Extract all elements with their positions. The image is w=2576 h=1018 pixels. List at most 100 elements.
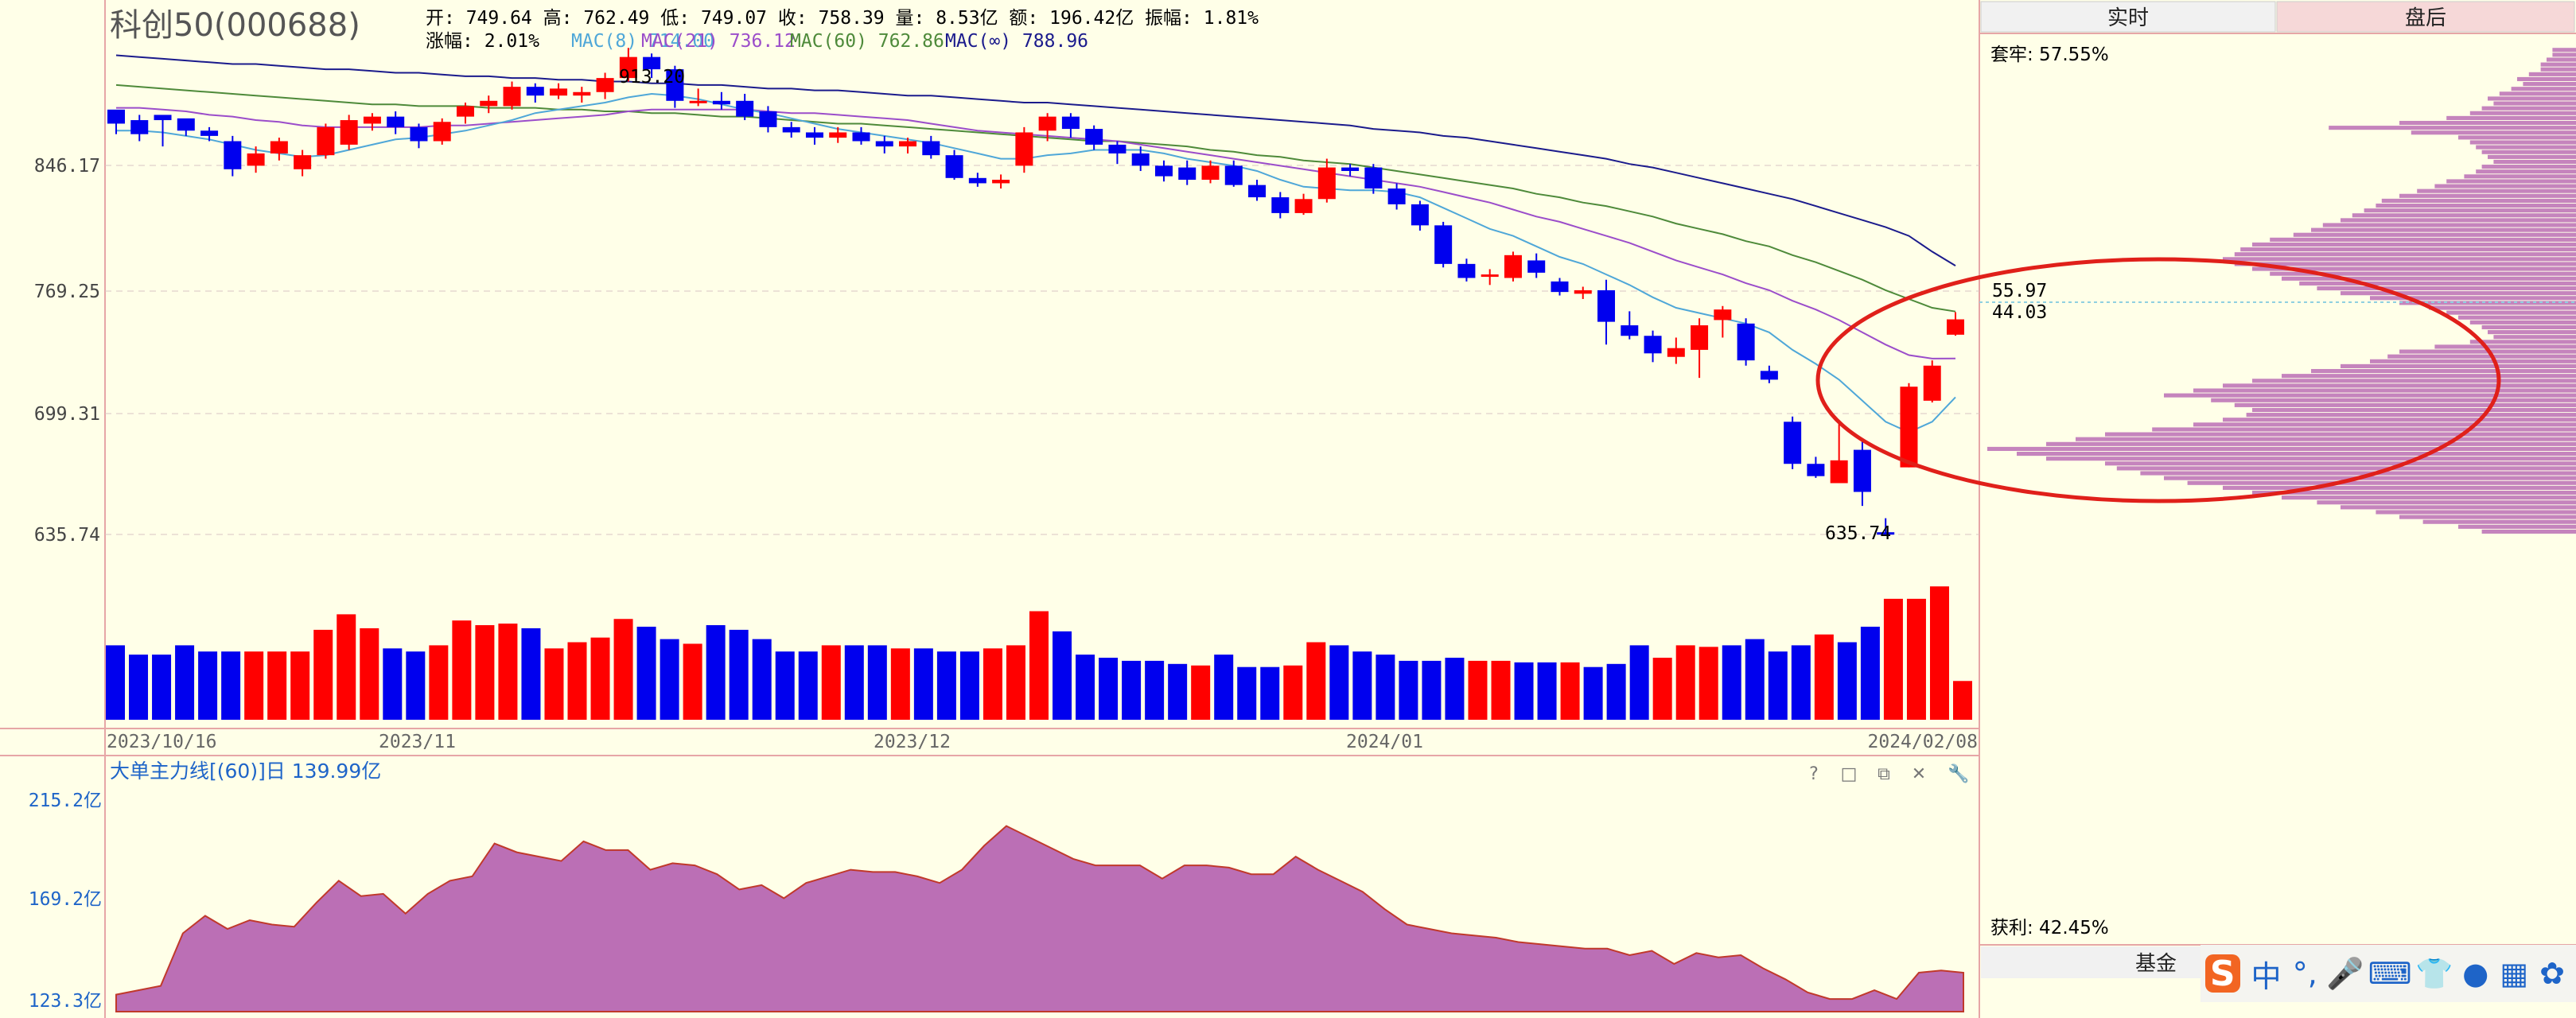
date-label-4: 2024/01 (1346, 732, 1423, 752)
candle-body-50 (1271, 197, 1290, 213)
chip-bar-68 (2252, 379, 2576, 383)
chip-bar-12 (2481, 106, 2576, 111)
volume-bar-17 (498, 624, 518, 720)
price-tick-635: 635.74 (34, 525, 100, 546)
volume-bar-23 (636, 627, 656, 720)
wrench-icon[interactable]: 🔧 (1948, 763, 1969, 784)
candle-body-39 (1015, 132, 1033, 166)
ime-chinese-mode-icon[interactable]: 中 (2251, 954, 2282, 994)
ime-toolbox-icon[interactable]: ▦ (2500, 954, 2528, 993)
volume-bar-67 (1652, 658, 1672, 720)
candle-body-62 (1551, 281, 1569, 293)
chip-bar-50 (2341, 291, 2576, 296)
ime-microphone-icon[interactable]: 🎤 (2326, 954, 2364, 993)
chip-bar-90 (2223, 485, 2576, 490)
chip-bar-60 (2469, 340, 2576, 344)
low-annotation: 635.74 (1825, 523, 1891, 544)
volume-bar-3 (175, 645, 195, 720)
restore-icon[interactable]: ⧉ (1878, 764, 1890, 784)
chip-bar-6 (2517, 76, 2576, 82)
ime-skin-icon[interactable]: 👕 (2415, 954, 2453, 993)
lower-tick-169: 169.2亿 (29, 889, 102, 910)
volume-bar-44 (1122, 660, 1142, 720)
sogou-logo-icon[interactable]: S (2205, 954, 2240, 994)
chip-bar-1 (2552, 52, 2576, 57)
chip-bar-10 (2488, 96, 2576, 101)
chip-bar-86 (2116, 466, 2576, 471)
chip-bar-36 (2322, 223, 2576, 227)
volume-bar-61 (1514, 662, 1534, 720)
chip-bar-95 (2376, 510, 2576, 515)
candle-body-8 (294, 155, 312, 169)
chip-bar-26 (2464, 174, 2576, 179)
chip-bar-19 (2469, 140, 2576, 145)
fund-tab[interactable]: 基金 (1981, 946, 2212, 978)
chip-bar-96 (2399, 515, 2576, 519)
chip-bar-35 (2341, 218, 2576, 223)
volume-bar-28 (752, 639, 772, 720)
volume-bar-0 (106, 645, 125, 720)
chip-bar-42 (2234, 252, 2576, 257)
chip-bar-94 (2341, 505, 2576, 510)
candle-body-79 (1947, 319, 1964, 335)
volume-bar-32 (844, 645, 864, 720)
ime-assistant-icon[interactable]: ● (2462, 954, 2488, 993)
chip-bar-64 (2370, 359, 2576, 363)
candle-body-78 (1923, 365, 1941, 401)
chip-bar-34 (2352, 213, 2576, 218)
ohlc-info: 开: 749.64 高: 762.49 低: 749.07 收: 758.39 … (426, 8, 1259, 29)
volume-bar-59 (1468, 660, 1488, 720)
ma60-label: MAC(60) 762.86 (790, 31, 944, 52)
tab-realtime[interactable]: 实时 (1980, 1, 2276, 33)
volume-bar-58 (1445, 658, 1465, 720)
volume-bar-26 (706, 625, 726, 720)
volume-bar-5 (221, 651, 241, 720)
volume-bar-15 (452, 620, 472, 720)
fund-tab-label: 基金 (2135, 952, 2177, 976)
chip-bar-75 (2246, 413, 2576, 418)
volume-bar-68 (1675, 645, 1695, 720)
volume-bar-47 (1191, 665, 1211, 720)
candle-body-74 (1830, 460, 1848, 484)
candle-body-43 (1108, 144, 1127, 153)
candle-body-71 (1760, 371, 1778, 380)
chip-bar-44 (2234, 262, 2576, 266)
ime-settings-icon[interactable]: ✿ (2539, 954, 2565, 993)
kline-chart: 科创50(000688) 开: 749.64 高: 762.49 低: 749.… (0, 0, 2576, 1018)
volume-bar-11 (360, 628, 379, 720)
volume-bar-73 (1791, 645, 1811, 720)
volume-bar-78 (1906, 598, 1926, 720)
change-label: 涨幅: 2.01% (426, 31, 539, 52)
candle-body-7 (270, 141, 288, 153)
candle-body-60 (1504, 254, 1522, 278)
candle-body-35 (922, 141, 940, 156)
candle-body-56 (1411, 204, 1429, 226)
chip-bar-32 (2376, 203, 2576, 208)
chip-bar-67 (2282, 374, 2576, 379)
help-icon[interactable]: ? (1809, 764, 1819, 784)
volume-bar-45 (1145, 660, 1165, 720)
ime-punctuation-icon[interactable]: °, (2293, 954, 2318, 993)
candle-body-11 (363, 116, 381, 124)
volume-bar-14 (429, 645, 449, 720)
candle-body-63 (1574, 289, 1592, 294)
candle-body-48 (1224, 165, 1243, 185)
maximize-icon[interactable]: □ (1841, 764, 1858, 784)
volume-bar-57 (1422, 660, 1442, 720)
volume-bar-39 (1006, 645, 1025, 720)
chip-bar-76 (2223, 418, 2576, 422)
profit-ratio: 获利: 42.45% (1990, 918, 2109, 938)
ime-keyboard-icon[interactable]: ⌨ (2368, 954, 2412, 993)
close-icon[interactable]: ✕ (1912, 764, 1926, 784)
candle-body-75 (1853, 449, 1871, 492)
chip-bar-28 (2434, 184, 2576, 188)
chip-bar-13 (2469, 111, 2576, 115)
chip-bar-74 (2252, 407, 2576, 413)
candle-body-64 (1597, 289, 1616, 322)
tab-after-hours[interactable]: 盘后 (2276, 1, 2575, 33)
candle-body-51 (1294, 199, 1313, 213)
volume-bar-77 (1883, 598, 1903, 720)
chip-bar-37 (2311, 227, 2576, 232)
chip-bar-71 (2164, 393, 2576, 398)
candle-body-25 (689, 100, 707, 103)
